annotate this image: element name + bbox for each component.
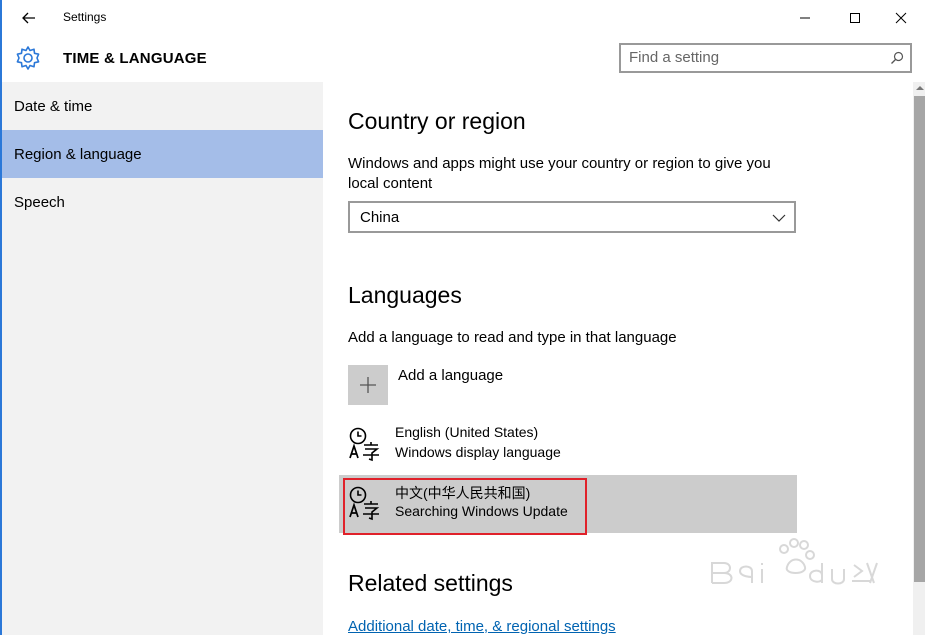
add-language-label: Add a language <box>398 367 504 384</box>
sidebar-item-label: Speech <box>14 193 65 211</box>
minimize-icon <box>800 17 810 19</box>
annotation-highlight-box <box>343 478 587 535</box>
close-button[interactable] <box>878 4 924 32</box>
gear-icon <box>16 46 40 70</box>
related-settings-heading: Related settings <box>348 570 513 596</box>
back-button[interactable] <box>16 6 42 30</box>
page-header: TIME & LANGUAGE <box>2 36 925 82</box>
sidebar-item-speech[interactable]: Speech <box>2 178 323 226</box>
language-name: English (United States) <box>395 424 539 440</box>
scroll-up-arrow-icon[interactable] <box>916 84 924 92</box>
search-icon[interactable] <box>890 51 904 65</box>
sidebar-item-label: Region & language <box>14 145 142 163</box>
window-title: Settings <box>63 10 107 24</box>
sidebar-item-region-language[interactable]: Region & language <box>2 130 323 178</box>
country-dropdown[interactable]: China <box>348 201 796 233</box>
additional-settings-link[interactable]: Additional date, time, & regional settin… <box>348 618 616 635</box>
language-status: Windows display language <box>395 444 561 460</box>
country-description: Windows and apps might use your country … <box>348 155 771 192</box>
languages-description: Add a language to read and type in that … <box>348 329 677 346</box>
content-pane: Country or region Windows and apps might… <box>323 82 913 635</box>
country-selected-value: China <box>360 209 400 226</box>
scrollbar-thumb[interactable] <box>914 96 925 582</box>
sidebar: Date & time Region & language Speech <box>2 82 323 635</box>
maximize-icon <box>850 13 860 23</box>
minimize-button[interactable] <box>782 4 828 32</box>
title-bar: Settings <box>2 0 925 36</box>
language-item-english[interactable]: English (United States) Windows display … <box>339 416 797 474</box>
maximize-button[interactable] <box>832 4 878 32</box>
languages-heading: Languages <box>348 282 462 308</box>
country-heading: Country or region <box>348 108 526 134</box>
close-icon <box>895 12 907 24</box>
chevron-down-icon <box>772 214 786 222</box>
vertical-scrollbar[interactable] <box>913 82 925 635</box>
back-arrow-icon <box>22 12 35 24</box>
language-icon <box>349 427 380 462</box>
search-box[interactable] <box>619 43 912 73</box>
plus-icon <box>360 377 376 393</box>
sidebar-item-date-time[interactable]: Date & time <box>2 82 323 130</box>
page-title: TIME & LANGUAGE <box>63 50 207 67</box>
sidebar-item-label: Date & time <box>14 97 93 115</box>
settings-window: Settings TIME & LANGUAGE Date & time Reg… <box>0 0 925 635</box>
plus-tile <box>348 365 388 405</box>
add-language-button[interactable]: Add a language <box>348 365 788 405</box>
search-input[interactable] <box>629 49 879 66</box>
